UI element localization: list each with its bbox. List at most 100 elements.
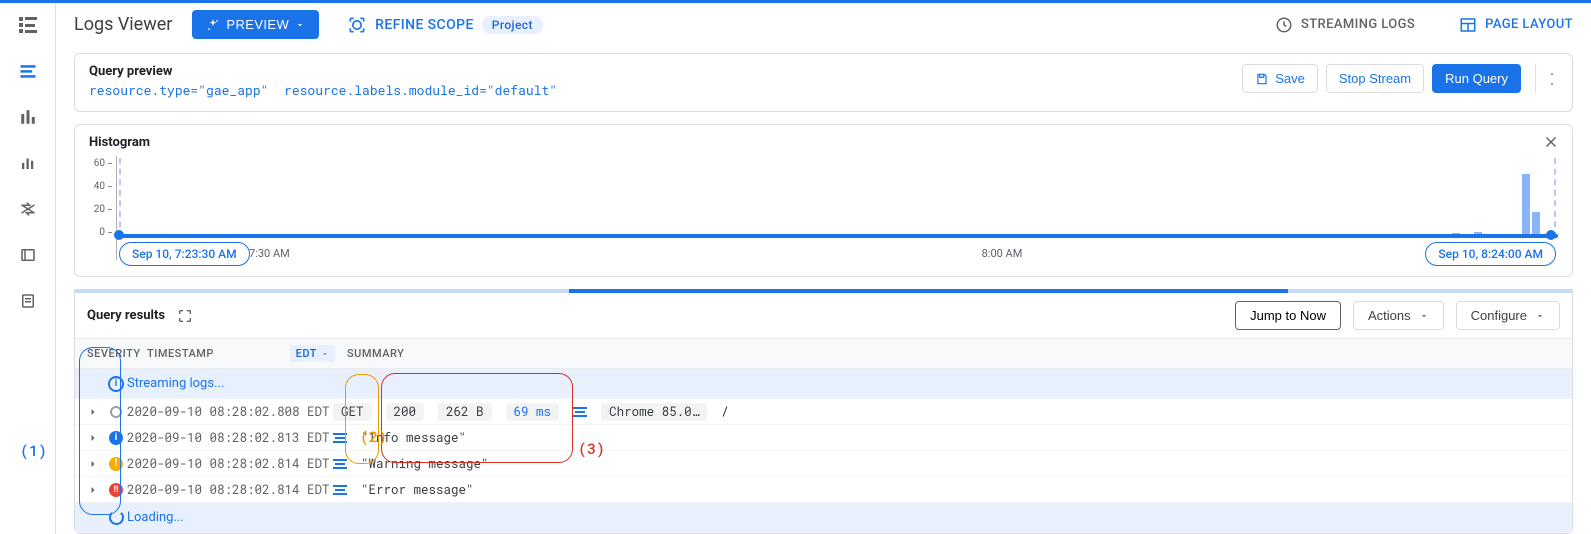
log-timestamp: 2020-09-10 08:28:02.814 EDT	[127, 456, 333, 472]
col-timestamp-label: TIMESTAMP	[147, 347, 214, 360]
page-layout-label: PAGE LAYOUT	[1485, 17, 1573, 32]
y-tick: 20	[94, 204, 112, 215]
divider	[1535, 64, 1536, 93]
preview-button-label: PREVIEW	[226, 17, 289, 32]
expand-row-icon[interactable]	[87, 458, 105, 470]
save-button-label: Save	[1275, 71, 1305, 86]
stop-stream-button[interactable]: Stop Stream	[1326, 64, 1424, 93]
log-timestamp: 2020-09-10 08:28:02.813 EDT	[127, 430, 333, 446]
query-preview-card: Query preview resource.type="gae_app" re…	[74, 53, 1573, 112]
annotation-1: (1)	[20, 441, 47, 461]
expand-details-icon[interactable]	[333, 459, 347, 469]
actions-menu[interactable]: Actions	[1353, 301, 1444, 330]
x-tick: 8:00 AM	[982, 247, 1023, 260]
nav-docs-icon[interactable]	[16, 289, 40, 313]
run-query-button[interactable]: Run Query	[1432, 64, 1521, 93]
jump-to-now-button[interactable]: Jump to Now	[1235, 301, 1341, 330]
query-preview-label: Query preview	[89, 64, 1230, 79]
refine-scope-button[interactable]: REFINE SCOPE Project	[347, 15, 543, 35]
log-timestamp: 2020-09-10 08:28:02.808 EDT	[127, 404, 333, 420]
query-results-card: Query results Jump to Now Actions Config…	[74, 289, 1573, 534]
chevron-down-icon	[1546, 80, 1558, 88]
time-end-bubble[interactable]: Sep 10, 8:24:00 AM	[1425, 242, 1556, 266]
page-toolbar: Logs Viewer PREVIEW REFINE SCOPE Project…	[56, 3, 1591, 47]
log-row[interactable]: 2020-09-10 08:28:02.808 EDT GET 200 262 …	[75, 399, 1572, 425]
slider-handle-start[interactable]	[114, 230, 124, 240]
configure-label: Configure	[1471, 308, 1527, 323]
expand-details-icon[interactable]	[333, 433, 347, 443]
http-status: 200	[386, 403, 425, 421]
expand-toggle[interactable]	[1546, 70, 1558, 88]
preview-button[interactable]: PREVIEW	[192, 10, 319, 39]
expand-results-icon[interactable]	[177, 308, 193, 324]
severity-warning-icon: !	[105, 457, 127, 471]
info-icon: i	[108, 376, 124, 392]
histogram-close-button[interactable]	[1542, 133, 1560, 151]
severity-error-icon: !!	[105, 483, 127, 497]
severity-info-icon: i	[105, 431, 127, 445]
scope-chip: Project	[482, 16, 543, 34]
query-results-title: Query results	[87, 308, 165, 323]
histogram-title: Histogram	[89, 135, 1558, 150]
jump-to-now-label: Jump to Now	[1250, 308, 1326, 323]
log-row[interactable]: ! 2020-09-10 08:28:02.814 EDT "Warning m…	[75, 451, 1572, 477]
time-start-bubble[interactable]: Sep 10, 7:23:30 AM	[119, 242, 250, 266]
actions-label: Actions	[1368, 308, 1411, 323]
col-severity: SEVERITY	[87, 347, 147, 360]
streaming-logs-button[interactable]: STREAMING LOGS	[1275, 16, 1415, 34]
page-title: Logs Viewer	[74, 14, 172, 35]
expand-row-icon[interactable]	[87, 406, 105, 418]
nav-metrics-icon[interactable]	[16, 151, 40, 175]
severity-default-icon	[105, 406, 127, 418]
range-start-line	[119, 158, 121, 238]
log-timestamp: 2020-09-10 08:28:02.814 EDT	[127, 482, 333, 498]
http-path: /	[721, 404, 729, 420]
streaming-logs-label: STREAMING LOGS	[1301, 17, 1415, 32]
time-range-slider[interactable]	[117, 234, 1558, 238]
http-latency: 69 ms	[506, 403, 560, 421]
product-logo-icon	[16, 13, 40, 37]
log-row[interactable]: i 2020-09-10 08:28:02.813 EDT "Info mess…	[75, 425, 1572, 451]
y-tick: 60	[94, 158, 112, 169]
nav-logs-icon[interactable]	[16, 59, 40, 83]
configure-menu[interactable]: Configure	[1456, 301, 1560, 330]
log-message: "Error message"	[361, 482, 474, 498]
results-progress-bar	[75, 289, 1572, 293]
layout-icon	[1459, 16, 1477, 34]
range-end-line	[1554, 158, 1556, 238]
x-tick: 7:30 AM	[249, 247, 290, 260]
sparkle-icon	[206, 18, 220, 32]
refine-scope-label: REFINE SCOPE	[375, 17, 474, 33]
histogram-bar	[1522, 174, 1530, 236]
expand-row-icon[interactable]	[87, 484, 105, 496]
expand-details-icon[interactable]	[573, 407, 587, 417]
page-layout-button[interactable]: PAGE LAYOUT	[1459, 16, 1573, 34]
http-method: GET	[333, 403, 372, 421]
chevron-up-icon	[1546, 70, 1558, 78]
timezone-label: EDT	[296, 347, 317, 360]
caret-down-icon	[1535, 311, 1545, 321]
y-tick: 0	[99, 227, 112, 238]
expand-row-icon[interactable]	[87, 432, 105, 444]
save-button[interactable]: Save	[1242, 64, 1318, 93]
histogram-bar	[1532, 212, 1540, 236]
histogram-y-axis: 60 40 20 0	[89, 156, 117, 260]
loading-text: Loading...	[127, 510, 184, 525]
timezone-selector[interactable]: EDT	[290, 345, 335, 362]
run-query-label: Run Query	[1445, 71, 1508, 86]
expand-details-icon[interactable]	[333, 485, 347, 495]
nav-dashboard-icon[interactable]	[16, 105, 40, 129]
slider-handle-end[interactable]	[1546, 230, 1556, 240]
annotation-3: (3)	[578, 439, 605, 459]
histogram-card: Histogram 60 40 20 0	[74, 124, 1573, 277]
histogram-plot[interactable]: Sep 10, 7:23:30 AM Sep 10, 8:24:00 AM 7:…	[117, 156, 1558, 260]
scope-target-icon	[347, 15, 367, 35]
log-row[interactable]: !! 2020-09-10 08:28:02.814 EDT "Error me…	[75, 477, 1572, 503]
streaming-text: Streaming logs...	[127, 376, 224, 391]
y-tick: 40	[94, 181, 112, 192]
nav-storage-icon[interactable]	[16, 243, 40, 267]
nav-router-icon[interactable]	[16, 197, 40, 221]
caret-down-icon	[1419, 311, 1429, 321]
query-preview-text[interactable]: resource.type="gae_app" resource.labels.…	[89, 81, 1230, 99]
spinner-icon	[109, 510, 124, 525]
